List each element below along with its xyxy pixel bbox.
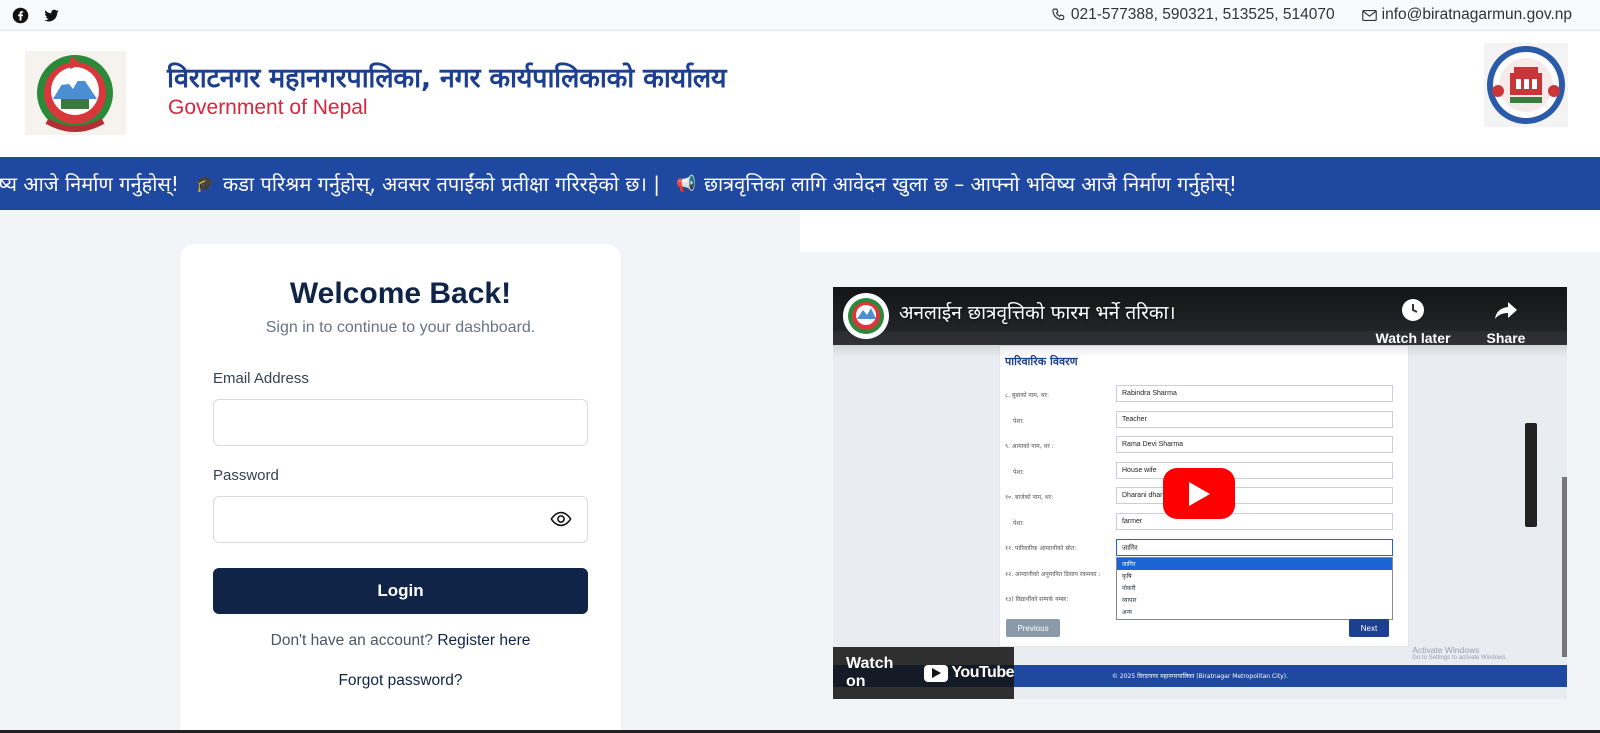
video-form-label: १०. बाजेको नाम, थर: [1005,494,1054,501]
video-play-button[interactable] [1163,468,1235,519]
announcement-ticker: विष्य आजे निर्माण गर्नुहोस्! 🎓 कडा परिश्र… [0,157,1600,210]
login-title: Welcome Back! [289,277,512,310]
channel-logo-icon [844,294,888,338]
megaphone-icon: 📢 [676,174,696,193]
login-card: Welcome Back! Sign in to continue to you… [180,244,621,733]
register-prompt: Don't have an account? Register here [180,632,621,650]
video-form-next: Next [1349,619,1389,637]
watch-later-button[interactable]: Watch later [1373,297,1453,346]
video-form-label: १२. आम्दानीको अनुमानित डिसाप रकमका : [1005,571,1101,578]
forgot-password-link[interactable]: Forgot password? [180,672,621,690]
top-bar: 021-577388, 590321, 513525, 514070 info@… [0,0,1600,31]
nepal-emblem-logo [25,51,126,135]
biratnagar-metropolitan-seal [1484,43,1568,127]
register-link[interactable]: Register here [437,632,530,649]
ticker-track: विष्य आजे निर्माण गर्नुहोस्! 🎓 कडा परिश्र… [0,170,1237,197]
video-form-value: Rama Devi Sharma [1116,436,1393,453]
site-header: विराटनगर महानगरपालिका, नगर कार्यपालिकाको… [0,31,1600,157]
video-form-value: Teacher [1116,411,1393,428]
clock-icon [1402,299,1424,321]
social-links [12,7,60,24]
share-arrow-icon [1495,302,1517,319]
login-button[interactable]: Login [213,568,588,614]
envelope-icon [1361,9,1377,21]
phone-numbers: 021-577388, 590321, 513525, 514070 [1070,6,1335,23]
play-icon [1189,481,1210,506]
youtube-play-icon [924,664,949,682]
video-form-label: ९. आमाको नाम, थर : [1005,443,1054,450]
office-title-nepali: विराटनगर महानगरपालिका, नगर कार्यपालिकाको… [167,63,727,94]
video-title[interactable]: अनलाईन छात्रवृत्तिको फारम भर्ने तरिका। [899,299,1176,325]
video-form-value: Rabindra Sharma [1116,385,1393,402]
phone-icon [1052,8,1065,20]
video-form-label: पेशा: [1013,418,1025,425]
channel-avatar[interactable] [843,293,889,339]
graduation-cap-icon: 🎓 [194,174,215,193]
dropdown-option: नोकरी [1122,585,1136,592]
email-contact[interactable]: info@biratnagarmun.gov.np [1361,6,1572,24]
dropdown-option: व्यापार [1122,597,1137,604]
email-label: Email Address [213,370,309,387]
password-label: Password [213,467,279,484]
no-account-text: Don't have an account? [270,632,434,649]
contact-info: 021-577388, 590321, 513525, 514070 info@… [1050,6,1572,24]
login-subtitle: Sign in to continue to your dashboard. [265,319,536,336]
watch-on-youtube-button[interactable]: Watch on YouTube [833,647,1014,699]
dropdown-option: कृषि [1122,573,1132,580]
phone-contact[interactable]: 021-577388, 590321, 513525, 514070 [1050,6,1335,24]
ticker-item: विष्य आजे निर्माण गर्नुहोस्! [0,172,179,196]
video-form-value: House wife [1116,462,1393,479]
video-side-toolbar [1525,423,1537,527]
password-field [213,496,588,543]
email-address: info@biratnagarmun.gov.np [1381,6,1572,23]
ticker-item: 📢 छात्रवृत्तिका लागि आवेदन खुला छ – आफ्नो… [676,172,1237,196]
password-input[interactable] [213,496,588,543]
government-subtitle: Government of Nepal [168,96,368,119]
youtube-video-embed[interactable]: पारिवारिक विवरण ८. बुबाको नाम, थर: Rabin… [833,287,1567,699]
video-form-label: १३) विद्यार्थीको सम्पर्क नम्बर: [1005,596,1069,603]
dropdown-option: अन्य [1122,609,1132,616]
ticker-item: 🎓 कडा परिश्रम गर्नुहोस्, अवसर तपाईंको प्र… [194,172,661,196]
video-form-label: पेशा: [1013,520,1025,527]
share-button[interactable]: Share [1481,297,1531,346]
youtube-logo: YouTube [924,664,1014,682]
facebook-icon[interactable] [12,7,29,24]
video-scrollbar [1562,477,1567,657]
video-form-dropdown: जागिर कृषि नोकरी व्यापार अन्य [1116,557,1393,620]
watch-on-label: Watch on [846,655,894,690]
video-form-value: farmer [1116,513,1393,530]
video-form-label: ११. पारिवारिक आम्दानीको स्रोत: [1005,545,1077,552]
video-form-previous: Previous [1006,619,1060,637]
right-panel-header [800,210,1600,252]
dropdown-option: जागिर [1117,558,1392,570]
email-input[interactable] [213,399,588,446]
video-form-value: Dharani dhar [1116,487,1393,504]
twitter-icon[interactable] [43,7,60,24]
video-form-label: पेशा: [1013,469,1025,476]
show-password-eye-icon[interactable] [550,508,572,530]
video-form-select: जागिर [1116,539,1393,556]
video-form-label: ८. बुबाको नाम, थर: [1005,392,1050,399]
activate-windows-watermark: Activate Windows Go to Settings to activ… [1412,645,1507,662]
